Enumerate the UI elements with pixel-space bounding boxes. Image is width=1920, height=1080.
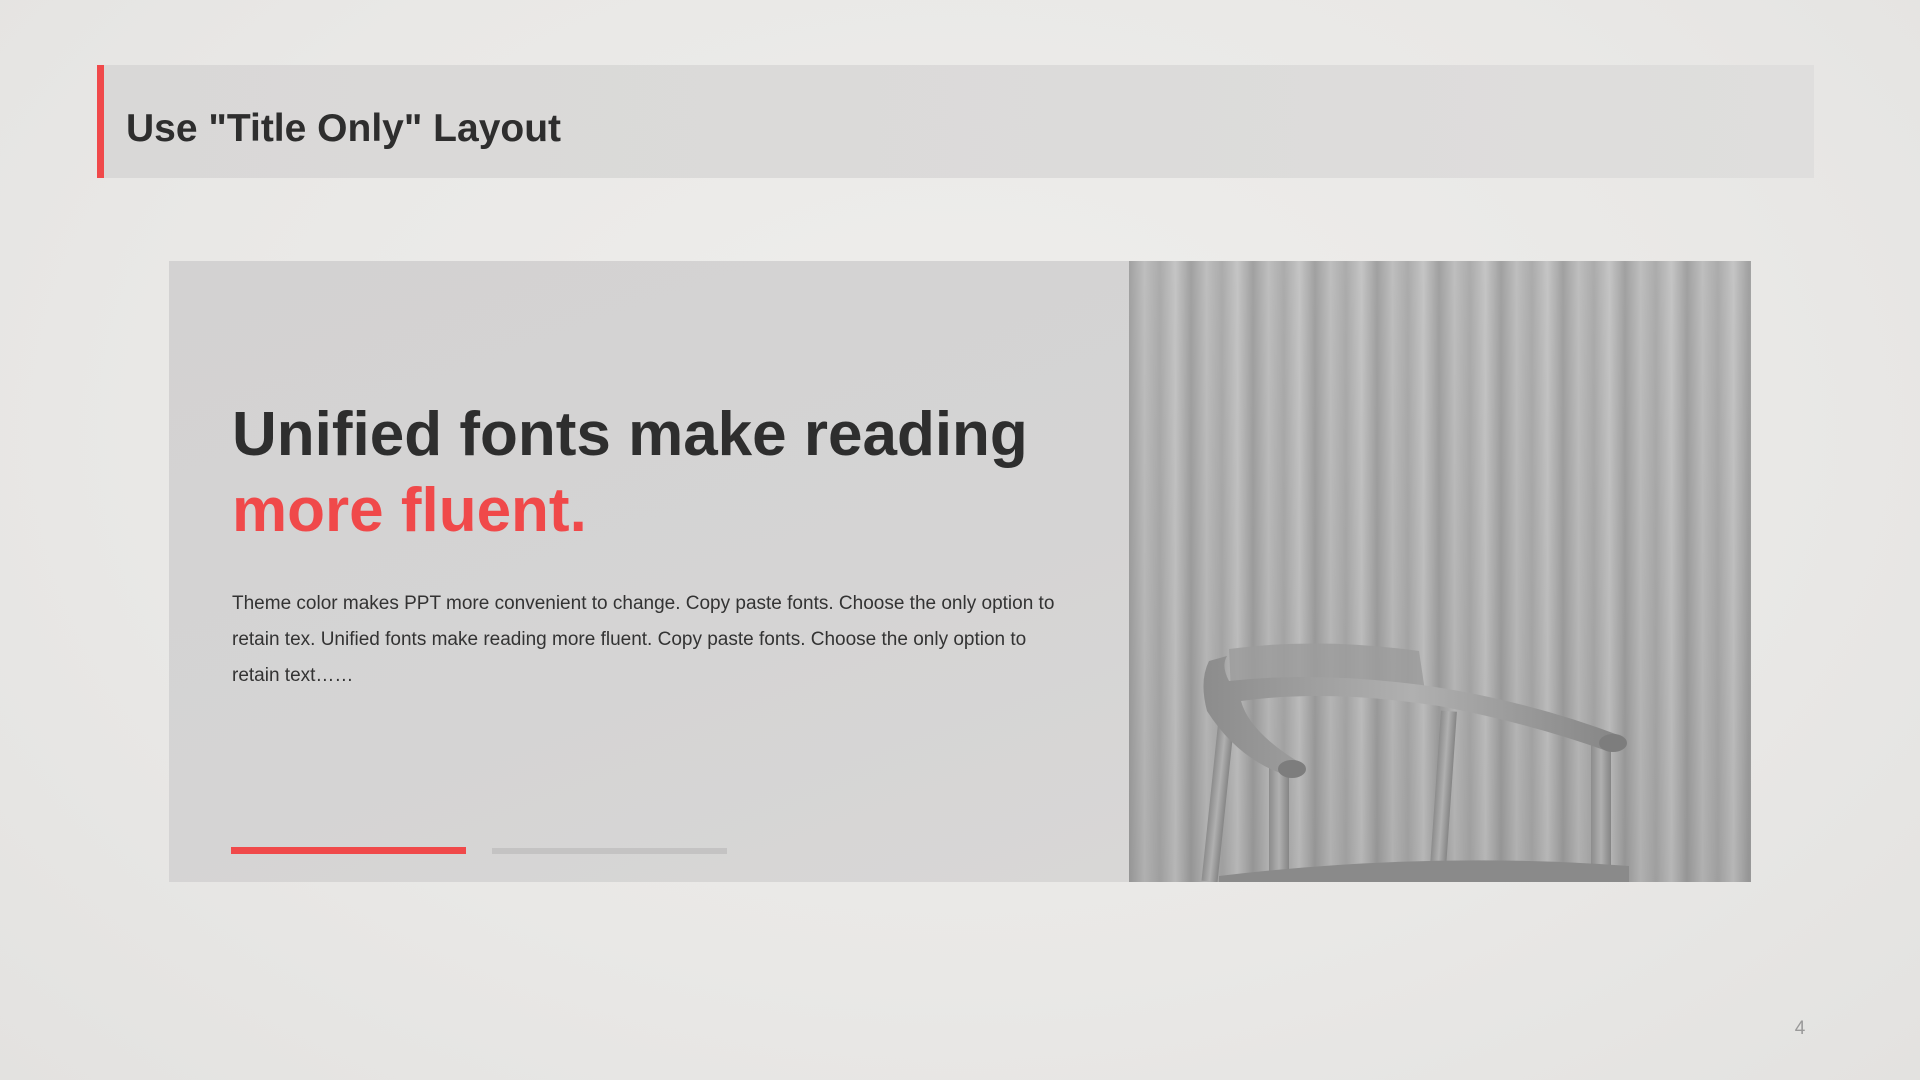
chair-curtain-photo	[1129, 261, 1751, 882]
headline-line1: Unified fonts make reading	[232, 400, 1028, 469]
slider-indicator-inactive[interactable]	[492, 848, 727, 854]
content-panel: Unified fonts make reading more fluent. …	[169, 261, 1129, 882]
title-bar: Use "Title Only" Layout	[97, 65, 1814, 178]
page-number: 4	[1794, 1018, 1806, 1039]
slide-title: Use "Title Only" Layout	[126, 107, 562, 150]
body-text: Theme color makes PPT more convenient to…	[232, 593, 1055, 686]
photo-illustration	[1129, 261, 1751, 882]
headline-accent: more fluent.	[232, 476, 587, 545]
headline: Unified fonts make reading more fluent.	[232, 397, 1112, 549]
slider-indicator-active[interactable]	[231, 847, 466, 854]
